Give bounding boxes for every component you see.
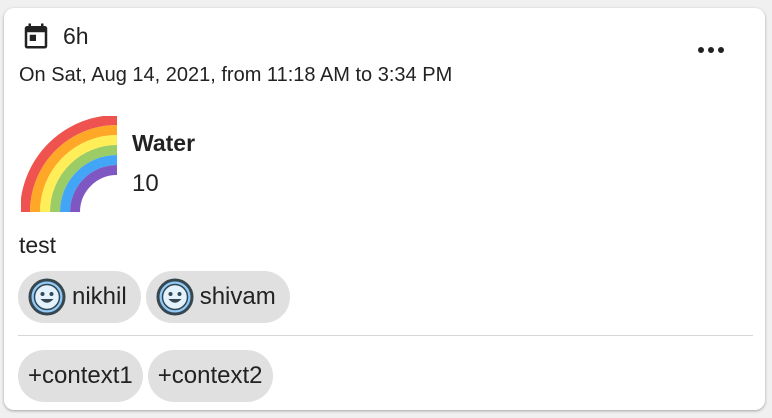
person-chip-shivam[interactable]: shivam bbox=[145, 271, 290, 323]
calendar-icon bbox=[24, 23, 48, 49]
date-range-text: On Sat, Aug 14, 2021, from 11:18 AM to 3… bbox=[19, 64, 453, 86]
smiley-icon bbox=[156, 278, 194, 316]
context-chip-context2[interactable]: +context2 bbox=[147, 350, 273, 402]
activity-name: Water bbox=[132, 130, 196, 156]
rainbow-icon bbox=[21, 116, 118, 213]
person-chip-nikhil[interactable]: nikhil bbox=[18, 271, 141, 323]
more-horizontal-icon bbox=[698, 47, 724, 53]
people-chips: nikhil shivam bbox=[18, 271, 290, 323]
entry-note: test bbox=[19, 232, 57, 258]
divider bbox=[18, 335, 753, 336]
duration-text: 6h bbox=[63, 23, 89, 49]
smiley-icon bbox=[28, 278, 66, 316]
context-chip-context1[interactable]: +context1 bbox=[18, 350, 143, 402]
person-name: shivam bbox=[199, 283, 276, 310]
duration-header: 6h bbox=[21, 18, 89, 54]
person-name: nikhil bbox=[72, 283, 127, 310]
activity-value: 10 bbox=[132, 170, 159, 197]
entry-card: 6h On Sat, Aug 14, 2021, from 11:18 AM t… bbox=[4, 8, 765, 410]
context-chips: +context1 +context2 bbox=[18, 350, 273, 402]
more-options-button[interactable] bbox=[693, 38, 729, 62]
